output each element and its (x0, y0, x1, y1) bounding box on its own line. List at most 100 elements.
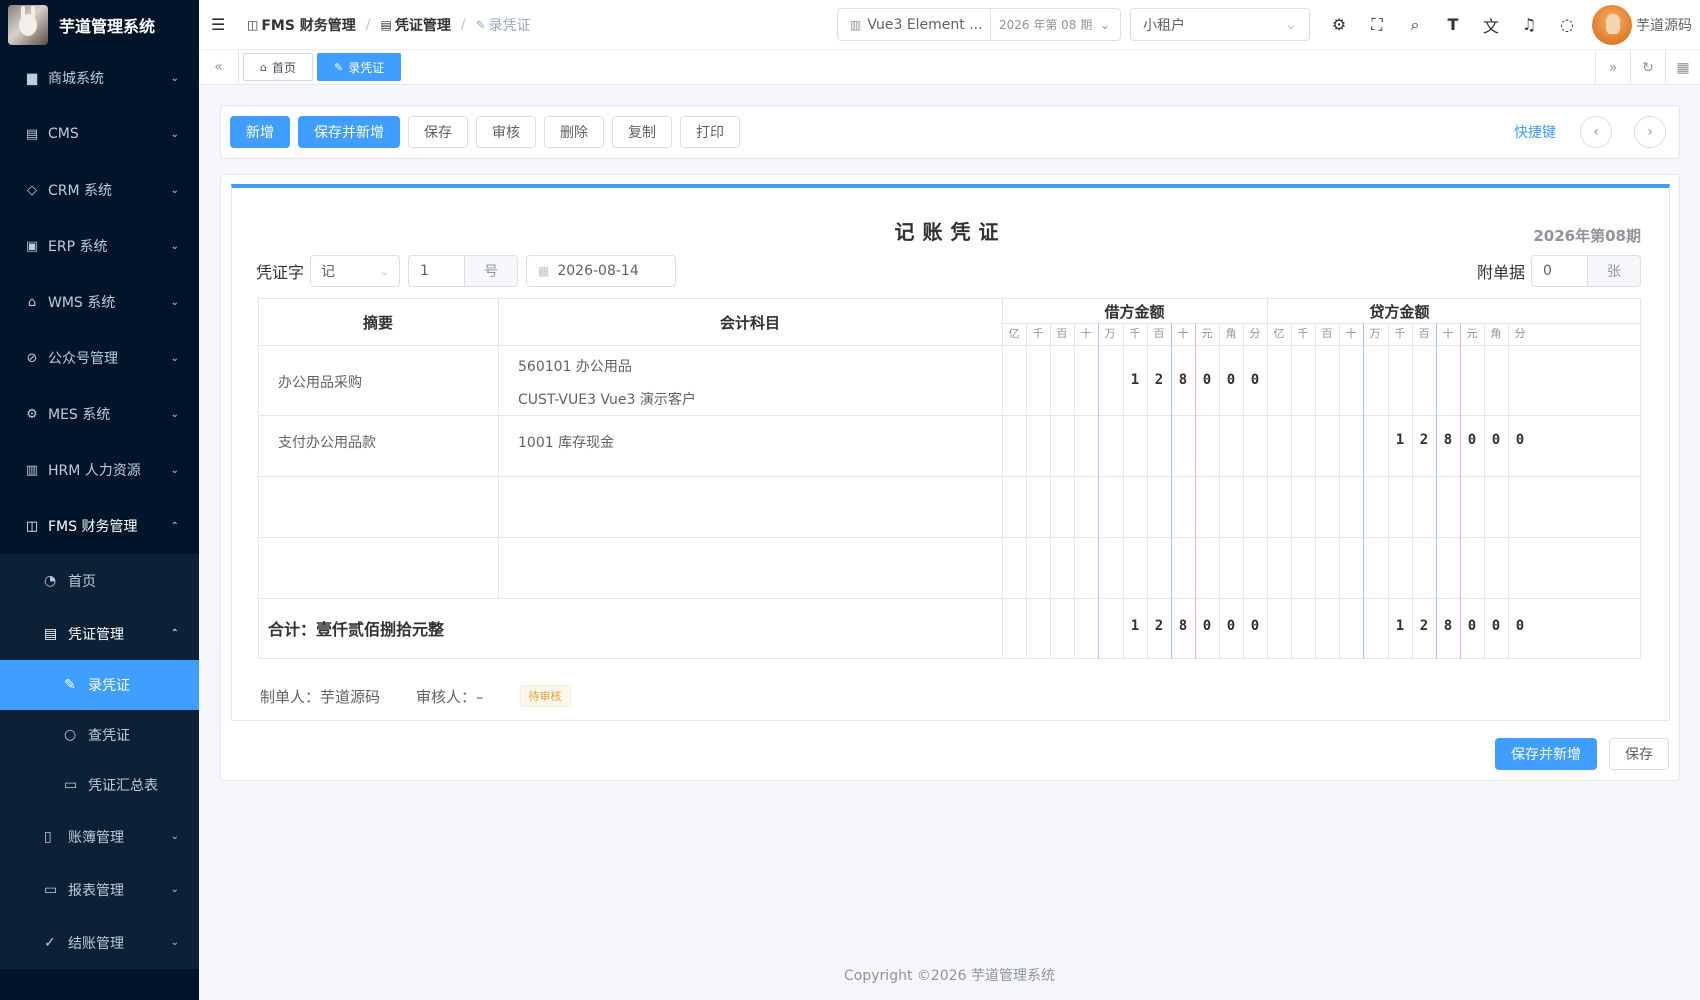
fullscreen-icon[interactable]: ⛶ (1358, 15, 1396, 35)
erp-icon: ▣ (25, 238, 39, 254)
grid-col-line (1002, 298, 1003, 659)
sidebar-item-report-mgmt[interactable]: ▭ 报表管理 ⌄ (0, 863, 199, 916)
save-and-add-button[interactable]: 保存并新增 (298, 116, 400, 148)
chevron-down-icon: ⌄ (170, 937, 179, 948)
sidebar-item-closing-mgmt[interactable]: ✓ 结账管理 ⌄ (0, 916, 199, 969)
bell-icon[interactable]: ♫ (1510, 15, 1548, 34)
sidebar-item-query-voucher[interactable]: ○ 查凭证 (0, 710, 199, 760)
grid-unit-line (1026, 323, 1027, 659)
audit-button[interactable]: 审核 (476, 116, 536, 148)
message-icon[interactable]: ◌ (1548, 15, 1586, 34)
translate-icon[interactable]: 文 (1472, 13, 1510, 37)
calendar-icon: ▦ (538, 264, 550, 278)
sidebar-item-ledger-mgmt[interactable]: ▯ 账簿管理 ⌄ (0, 810, 199, 863)
add-button[interactable]: 新增 (230, 116, 290, 148)
chip-icon: ⚙ (26, 406, 38, 422)
row-2-summary[interactable]: 支付办公用品款 (278, 432, 376, 452)
breadcrumb: ◫ FMS 财务管理 / ▤ 凭证管理 / ✎ 录凭证 (247, 15, 531, 35)
font-size-icon[interactable]: T (1434, 15, 1472, 34)
avatar[interactable] (1592, 4, 1632, 45)
refresh-icon[interactable]: ↻ (1630, 50, 1665, 85)
row-2-credit-digit: 1 (1395, 432, 1405, 448)
tag-record-voucher[interactable]: ✎ 录凭证 (317, 53, 402, 81)
debit-unit-label: 千 (1129, 327, 1141, 340)
sidebar-item-hrm[interactable]: ▥ HRM 人力资源 ⌄ (0, 442, 199, 498)
tenant-select[interactable]: 小租户 ⌄ (1130, 8, 1310, 41)
logo[interactable]: 芋道管理系统 (0, 0, 199, 50)
grid-menu-icon[interactable]: ▦ (1665, 50, 1700, 85)
grid-row-line (258, 476, 1641, 477)
total-credit-digit: 0 (1491, 618, 1501, 634)
col-credit-header: 贷方金额 (1369, 303, 1430, 321)
debit-unit-label: 十 (1177, 327, 1189, 340)
sidebar-item-wechat[interactable]: ⊘ 公众号管理 ⌄ (0, 330, 199, 386)
ledger-period-select[interactable]: ▥ Vue3 Element ... 2026 年第 08 期 ⌄ (837, 8, 1121, 41)
sidebar-item-voucher-summary[interactable]: ▭ 凭证汇总表 (0, 760, 199, 810)
voucher-meta-row: 凭证字 记 ⌄ 1 号 ▦ 2026-08-14 附单据 0 张 (256, 255, 1641, 287)
row-1-account[interactable]: 560101 办公用品 (518, 356, 632, 376)
row-2-account[interactable]: 1001 库存现金 (518, 432, 614, 452)
credit-unit-label: 分 (1514, 327, 1526, 340)
attachment-count-input[interactable]: 0 张 (1531, 255, 1641, 287)
debit-unit-label: 十 (1080, 327, 1092, 340)
total-label: 合计：壹仟贰佰捌拾元整 (268, 620, 445, 639)
voucher-word-select[interactable]: 记 ⌄ (310, 255, 401, 287)
row-2-credit-digit: 0 (1467, 432, 1477, 448)
finance-icon: ◫ (247, 17, 259, 32)
sidebar-item-mall[interactable]: ▆ 商城系统 ⌄ (0, 50, 199, 106)
sidebar-item-record-voucher[interactable]: ✎ 录凭证 (0, 660, 199, 710)
breadcrumb-voucher-mgmt[interactable]: ▤ 凭证管理 (381, 15, 451, 35)
total-debit-digit: 0 (1202, 618, 1212, 634)
report-icon: ▭ (44, 881, 58, 898)
chevron-down-icon: ⌄ (170, 464, 179, 476)
grid-border-top (258, 298, 1641, 299)
grid-border-bottom (258, 658, 1641, 659)
search-icon[interactable]: ⌕ (1396, 15, 1434, 35)
grid-unit-line (1291, 323, 1292, 659)
debit-unit-label: 万 (1104, 327, 1116, 340)
maker-label: 制单人：芋道源码 (260, 687, 381, 706)
total-credit-digit: 0 (1515, 618, 1525, 634)
user-name[interactable]: 芋道源码 (1636, 15, 1692, 35)
prev-voucher-button[interactable]: ‹ (1580, 116, 1612, 148)
grid-row-line (258, 598, 1641, 599)
debit-unit-label: 角 (1225, 327, 1237, 340)
print-button[interactable]: 打印 (680, 116, 740, 148)
ledger-select[interactable]: ▥ Vue3 Element ... (838, 9, 991, 40)
sidebar-item-fms[interactable]: ◫ FMS 财务管理 ⌃ (0, 498, 199, 554)
sidebar-item-wms[interactable]: ⌂ WMS 系统 ⌄ (0, 274, 199, 330)
copy-button[interactable]: 复制 (612, 116, 672, 148)
next-voucher-button[interactable]: › (1634, 116, 1666, 148)
bottom-save-and-add-button[interactable]: 保存并新增 (1495, 738, 1597, 770)
tag-home[interactable]: ⌂ 首页 (243, 53, 313, 81)
credit-unit-label: 千 (1394, 327, 1406, 340)
row-1-summary[interactable]: 办公用品采购 (278, 372, 362, 392)
col-account-header: 会计科目 (719, 314, 780, 332)
grid-unit-line (1315, 323, 1316, 659)
row-1-account-sub[interactable]: CUST-VUE3 Vue3 演示客户 (518, 389, 696, 409)
total-credit-digit: 1 (1395, 618, 1405, 634)
voucher-number-input[interactable]: 1 号 (408, 255, 519, 287)
sidebar-item-fms-home[interactable]: ◔ 首页 (0, 554, 199, 607)
scroll-left-icon[interactable]: « (199, 49, 239, 85)
shortcut-link[interactable]: 快捷键 (1514, 122, 1556, 142)
sidebar-item-cms[interactable]: ▤ CMS ⌄ (0, 106, 199, 162)
scroll-right-icon[interactable]: » (1595, 50, 1630, 85)
sidebar-item-mes[interactable]: ⚙ MES 系统 ⌄ (0, 386, 199, 442)
grid-unit-line (1339, 323, 1340, 659)
bottom-save-button[interactable]: 保存 (1609, 738, 1669, 770)
sidebar-item-crm[interactable]: ◇ CRM 系统 ⌄ (0, 162, 199, 218)
breadcrumb-fms[interactable]: ◫ FMS 财务管理 (247, 15, 356, 35)
building-icon: ▥ (850, 17, 862, 32)
tags-view: « ⌂ 首页 ✎ 录凭证 » ↻ ▦ (199, 49, 1700, 85)
period-select[interactable]: 2026 年第 08 期 ⌄ (991, 16, 1120, 33)
voucher-date-picker[interactable]: ▦ 2026-08-14 (526, 255, 677, 287)
delete-button[interactable]: 删除 (544, 116, 604, 148)
grid-unit-line (1460, 323, 1461, 659)
row-2-credit-digit: 0 (1491, 432, 1501, 448)
sidebar-item-erp[interactable]: ▣ ERP 系统 ⌄ (0, 218, 199, 274)
save-button[interactable]: 保存 (408, 116, 468, 148)
hamburger-icon[interactable]: ☰ (211, 15, 231, 34)
sidebar-item-voucher-mgmt[interactable]: ▤ 凭证管理 ⌃ (0, 607, 199, 660)
gear-icon[interactable]: ⚙ (1320, 15, 1358, 34)
